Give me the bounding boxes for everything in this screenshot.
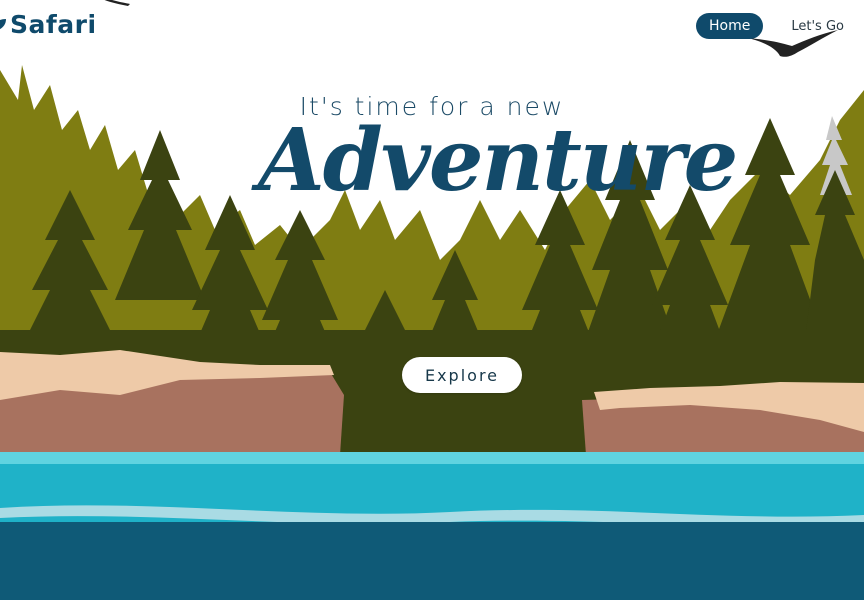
water-deep bbox=[0, 522, 864, 600]
hero-landscape bbox=[0, 65, 864, 600]
nav-home[interactable]: Home bbox=[696, 13, 764, 39]
brand-name: Safari bbox=[10, 10, 97, 39]
brand-logo[interactable]: Safari bbox=[0, 10, 97, 39]
top-nav: Home Let's Go bbox=[696, 13, 844, 39]
bird-icon bbox=[104, 0, 130, 6]
leaf-logo-icon bbox=[0, 18, 6, 29]
hero-headline: Adventure bbox=[258, 110, 738, 211]
water-highlight bbox=[0, 452, 864, 464]
explore-button[interactable]: Explore bbox=[402, 357, 522, 393]
nav-lets-go[interactable]: Let's Go bbox=[791, 19, 844, 34]
